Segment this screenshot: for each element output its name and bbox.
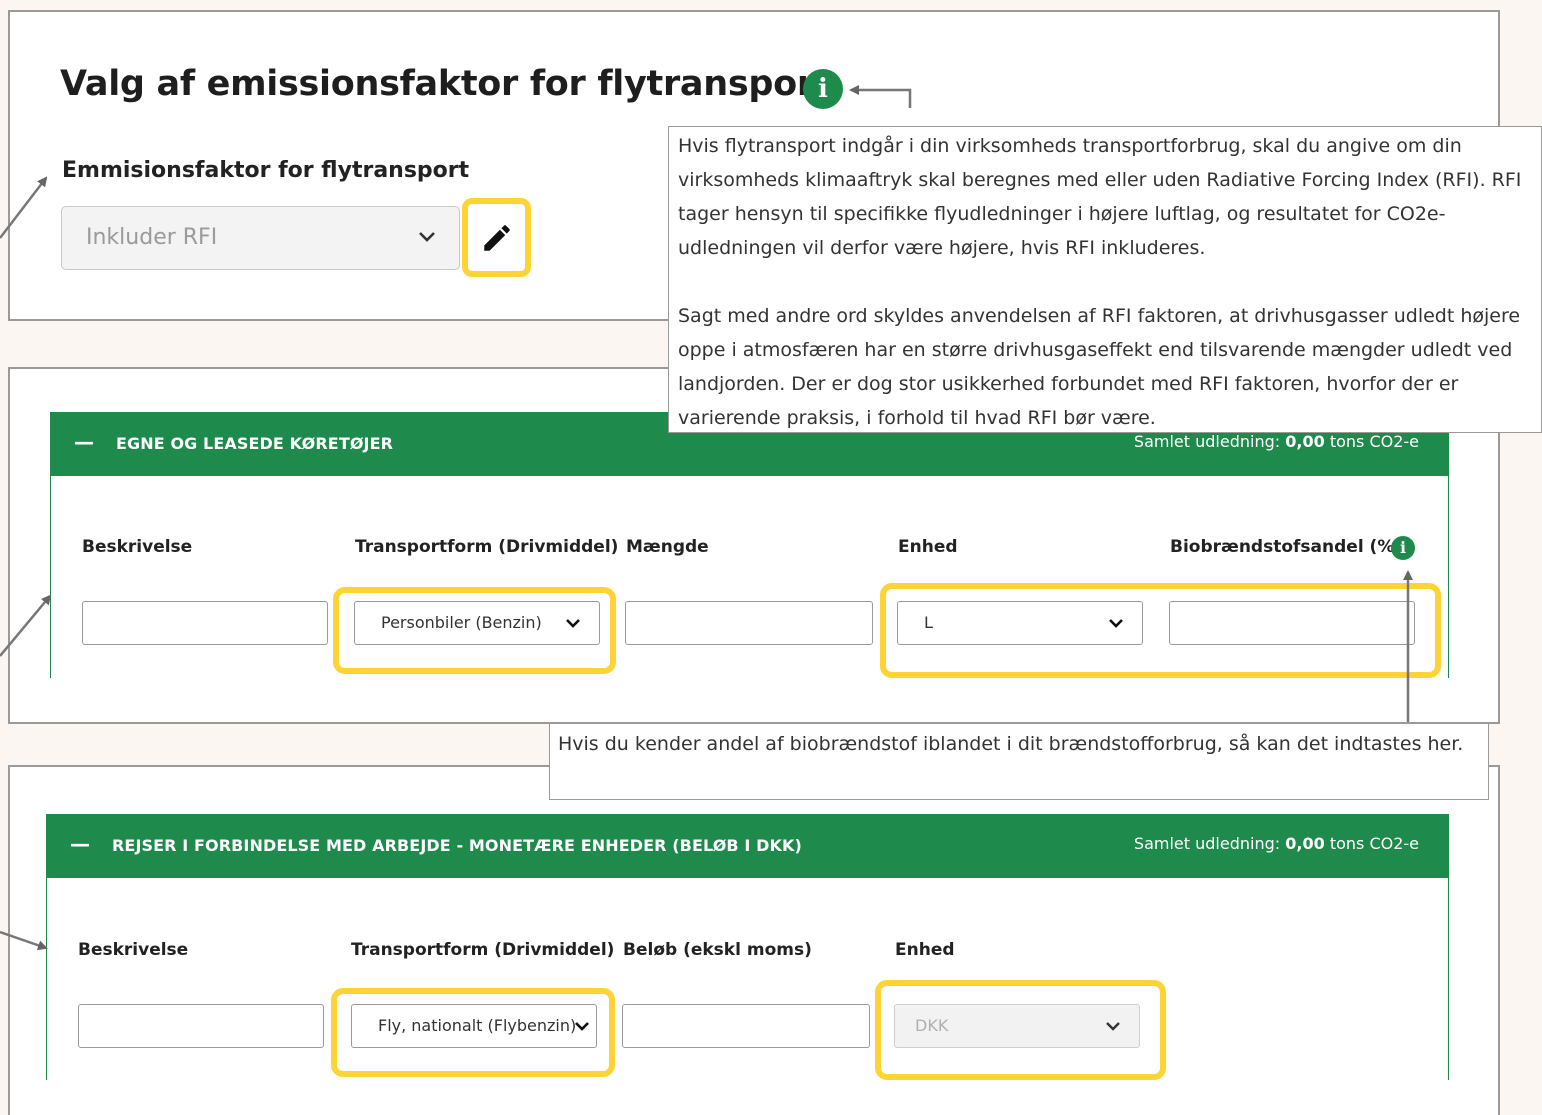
collapse-icon[interactable]: — xyxy=(70,832,90,856)
column-amount: Mængde xyxy=(626,537,709,557)
emission-factor-select[interactable]: Inkluder RFI xyxy=(61,206,460,270)
page-title: Valg af emissionsfaktor for flytransport xyxy=(60,64,831,104)
highlight-box xyxy=(333,587,616,674)
description-input[interactable] xyxy=(78,1004,324,1048)
biofuel-tooltip: Hvis du kender andel af biobrændstof ibl… xyxy=(549,723,1489,800)
column-unit: Enhed xyxy=(895,940,955,960)
tooltip-paragraph: Sagt med andre ord skyldes anvendelsen a… xyxy=(678,305,1521,429)
description-input[interactable] xyxy=(82,601,328,645)
info-icon[interactable]: i xyxy=(1391,536,1415,560)
tooltip-paragraph: Hvis flytransport indgår i din virksomhe… xyxy=(678,135,1522,259)
section-header[interactable]: — REJSER I FORBINDELSE MED ARBEJDE - MON… xyxy=(46,814,1449,878)
column-amount: Beløb (ekskl moms) xyxy=(623,940,812,960)
section-body xyxy=(46,878,1449,1080)
emission-factor-label: Emmisionsfaktor for flytransport xyxy=(62,158,470,183)
section-title: EGNE OG LEASEDE KØRETØJER xyxy=(116,434,394,453)
highlight-box xyxy=(880,583,1441,678)
chevron-down-icon xyxy=(417,207,437,295)
column-transport: Transportform (Drivmiddel) xyxy=(351,940,615,960)
column-unit: Enhed xyxy=(898,537,958,557)
pencil-icon xyxy=(483,224,510,251)
amount-input[interactable] xyxy=(625,601,873,645)
collapse-icon[interactable]: — xyxy=(74,430,94,454)
edit-button[interactable] xyxy=(462,198,531,277)
emission-factor-select-value: Inkluder RFI xyxy=(86,225,218,250)
rfi-tooltip: Hvis flytransport indgår i din virksomhe… xyxy=(668,126,1542,433)
column-biofuel: Biobrændstofsandel (%) xyxy=(1170,537,1403,557)
total-emission: Samlet udledning: 0,00 tons CO2-e xyxy=(1133,834,1419,853)
column-description: Beskrivelse xyxy=(82,537,193,557)
section-title: REJSER I FORBINDELSE MED ARBEJDE - MONET… xyxy=(112,836,802,855)
highlight-box xyxy=(875,980,1166,1080)
column-transport: Transportform (Drivmiddel) xyxy=(355,537,619,557)
amount-input[interactable] xyxy=(622,1004,870,1048)
column-description: Beskrivelse xyxy=(78,940,189,960)
info-icon[interactable]: i xyxy=(803,69,843,109)
highlight-box xyxy=(331,988,615,1077)
